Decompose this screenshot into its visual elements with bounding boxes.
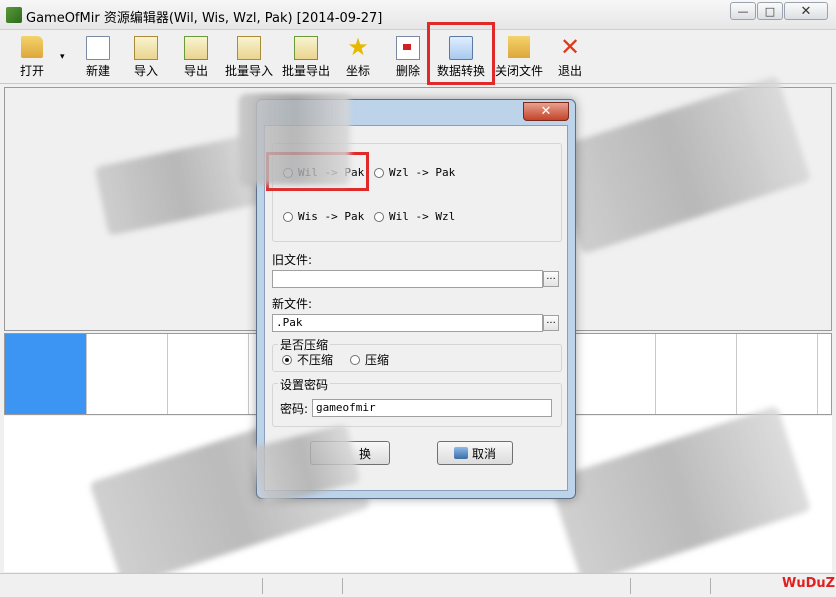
app-icon xyxy=(6,7,22,23)
coordinates-button[interactable]: ★ 坐标 xyxy=(340,34,376,80)
radio-no-compress[interactable]: 不压缩 xyxy=(282,351,333,368)
thumbnail-cell[interactable] xyxy=(168,334,249,414)
close-file-button[interactable]: 关闭文件 xyxy=(492,34,546,80)
batch-import-icon xyxy=(237,36,261,60)
radio-wil-to-wzl[interactable]: Wil -> Wzl xyxy=(374,210,455,223)
import-button[interactable]: 导入 xyxy=(128,34,164,80)
window-title: GameOfMir 资源编辑器(Wil, Wis, Wzl, Pak) [201… xyxy=(26,11,383,26)
thumbnail-cell[interactable] xyxy=(575,334,656,414)
thumbnail-cell[interactable] xyxy=(737,334,818,414)
import-icon xyxy=(134,36,158,60)
star-icon: ★ xyxy=(347,33,369,61)
radio-button xyxy=(283,211,293,222)
open-button[interactable]: 打开 xyxy=(14,34,50,80)
status-divider xyxy=(630,578,631,594)
toolbar-highlight-box xyxy=(427,22,495,85)
old-file-label: 旧文件: xyxy=(272,253,313,267)
maximize-button[interactable]: □ xyxy=(757,2,783,20)
status-divider xyxy=(342,578,343,594)
open-dropdown-arrow[interactable]: ▾ xyxy=(60,52,65,62)
thumbnail-cell-selected[interactable] xyxy=(5,334,87,414)
new-file-browse-button[interactable]: ... xyxy=(543,315,559,331)
watermark-logo: WuDuZ xyxy=(782,576,836,591)
exit-button[interactable]: ✕ 退出 xyxy=(552,34,588,80)
thumbnail-cell[interactable] xyxy=(656,334,737,414)
radio-button xyxy=(374,167,384,178)
new-button[interactable]: 新建 xyxy=(80,34,116,80)
minimize-button[interactable]: — xyxy=(730,2,756,20)
radio-button xyxy=(282,354,292,365)
radio-wzl-to-pak[interactable]: Wzl -> Pak xyxy=(374,166,455,179)
cancel-icon xyxy=(453,447,468,459)
new-file-label: 新文件: xyxy=(272,297,313,311)
exit-icon: ✕ xyxy=(559,33,581,61)
radio-button xyxy=(350,354,360,365)
status-divider xyxy=(262,578,263,594)
radio-compress[interactable]: 压缩 xyxy=(350,351,389,368)
old-file-input[interactable] xyxy=(272,270,543,288)
batch-export-icon xyxy=(294,36,318,60)
password-input[interactable]: gameofmir xyxy=(312,399,552,417)
radio-wis-to-pak[interactable]: Wis -> Pak xyxy=(283,210,364,223)
export-button[interactable]: 导出 xyxy=(178,34,214,80)
thumbnail-cell[interactable] xyxy=(87,334,168,414)
status-bar xyxy=(0,573,836,597)
old-file-browse-button[interactable]: ... xyxy=(543,271,559,287)
status-divider xyxy=(710,578,711,594)
close-file-icon xyxy=(508,36,530,58)
delete-button[interactable]: 删除 xyxy=(390,34,426,80)
close-window-button[interactable]: ✕ xyxy=(784,2,828,20)
batch-import-button[interactable]: 批量导入 xyxy=(222,34,276,80)
cancel-button[interactable]: 取消 xyxy=(437,441,513,465)
batch-export-button[interactable]: 批量导出 xyxy=(279,34,333,80)
delete-icon xyxy=(396,36,420,60)
password-group-title: 设置密码 xyxy=(278,376,331,393)
new-file-icon xyxy=(86,36,110,60)
radio-button xyxy=(374,211,384,222)
password-label: 密码: xyxy=(280,402,309,416)
dialog-close-button[interactable]: ✕ xyxy=(523,102,569,121)
export-icon xyxy=(184,36,208,60)
folder-open-icon xyxy=(21,36,43,58)
blur-patch xyxy=(240,95,350,185)
new-file-input[interactable]: .Pak xyxy=(272,314,543,332)
